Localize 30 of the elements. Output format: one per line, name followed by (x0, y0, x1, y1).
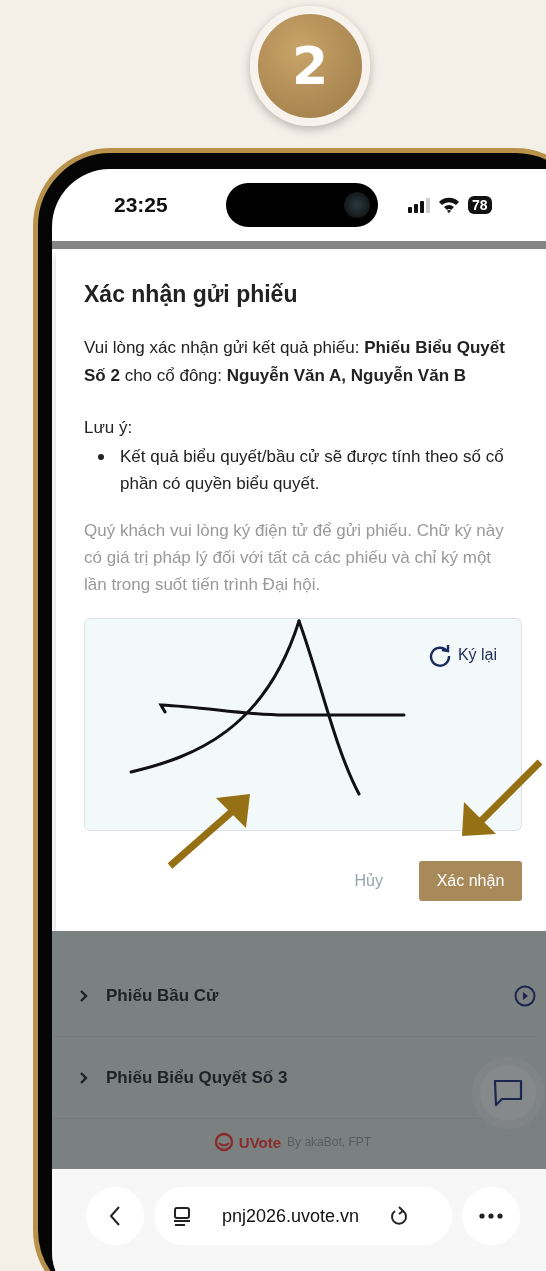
note-label: Lưu ý: (84, 417, 134, 439)
more-icon (479, 1213, 503, 1219)
chevron-icon (80, 1071, 88, 1084)
battery-level: 78 (468, 196, 492, 214)
dialog-title: Xác nhận gửi phiếu (84, 281, 299, 308)
url-text: pnj2026.uvote.vn (222, 1205, 360, 1227)
redo-signature-button[interactable]: Ký lại (427, 643, 497, 667)
confirm-message: Vui lòng xác nhận gửi kết quả phiếu: Phiếu Biểu Quyết Số 2 cho cổ đông: Nguyễn Văn A, Nguyễn Văn B (84, 337, 506, 387)
signal-icon (408, 197, 430, 213)
step-badge: 2 (250, 6, 370, 126)
wifi-icon (438, 197, 460, 213)
play-icon[interactable] (514, 984, 536, 1007)
confirm-button[interactable]: Xác nhận (419, 861, 522, 901)
signature-pad[interactable]: Ký lại (84, 618, 522, 831)
bullet-icon (98, 454, 104, 460)
address-bar[interactable]: pnj2026.uvote.vn (154, 1187, 452, 1245)
status-time: 23:25 (114, 193, 169, 217)
tabs-icon (172, 1206, 192, 1226)
chat-icon (493, 1079, 523, 1107)
reload-icon (389, 1205, 410, 1227)
brand-name: UVote (238, 1133, 282, 1151)
back-icon (109, 1205, 121, 1227)
ballot-title[interactable]: Phiếu Biểu Quyết Số 3 (106, 1067, 288, 1088)
logo-icon (212, 1132, 235, 1152)
cancel-button[interactable]: Hủy (344, 872, 393, 890)
ballot-title[interactable]: Phiếu Bầu Cử (106, 985, 219, 1006)
signature-instruction: Quý khách vui lòng ký điện tử để gửi phiếu. Chữ ký này có giá trị pháp lý đối với tất cả các phiếu và chỉ ký một lần trong suốt tiến trình Đại hội. (84, 520, 505, 596)
chevron-icon (80, 989, 88, 1002)
redo-icon (427, 643, 452, 667)
note-item: Kết quả biểu quyết/bầu cử sẽ được tính theo số cổ phần có quyền biểu quyết. (120, 446, 505, 495)
